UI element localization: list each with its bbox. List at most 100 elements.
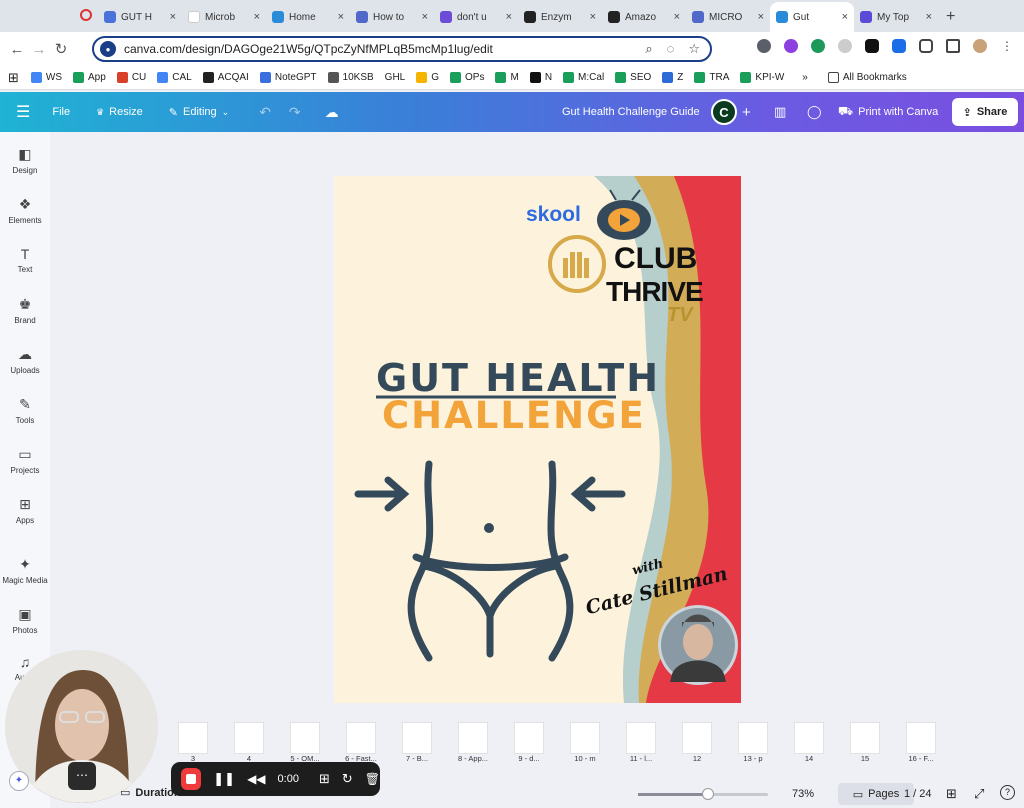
sidebar-item-magic-media[interactable]: ✦ Magic Media [0, 556, 50, 585]
browser-tab[interactable]: My Top × [854, 2, 938, 32]
zoom-lens-icon[interactable]: ⌕ [645, 41, 652, 57]
zoom-percent[interactable]: 73% [792, 788, 814, 800]
trash-icon[interactable]: 🗑 [365, 772, 380, 786]
back-icon[interactable]: ← [6, 41, 28, 58]
bookmark-item[interactable]: M [495, 72, 519, 83]
apps-grid-icon[interactable]: ⊞ [8, 70, 19, 86]
duration-button[interactable]: ▭ Duration [120, 786, 181, 800]
forward-icon[interactable]: → [28, 41, 50, 58]
zoom-slider[interactable] [638, 788, 768, 800]
design-page[interactable]: skool CLUB THRIVE TV GUT HEALTH CHALLENG… [334, 176, 741, 703]
extension-icon[interactable] [838, 39, 852, 53]
close-tab-icon[interactable]: × [758, 11, 764, 23]
main-menu-icon[interactable]: ☰ [16, 102, 30, 122]
add-collaborator-icon[interactable]: + [742, 104, 751, 121]
sidebar-item-brand[interactable]: ♚ Brand [0, 296, 50, 325]
close-tab-icon[interactable]: × [254, 11, 260, 23]
bookmark-item[interactable]: SEO [615, 72, 651, 83]
reload-icon[interactable]: ↻ [50, 40, 72, 58]
close-tab-icon[interactable]: × [422, 11, 428, 23]
new-tab-button[interactable]: + [938, 8, 963, 32]
refresh-icon[interactable]: ↻ [342, 771, 353, 787]
bookmark-item[interactable]: ACQAI [202, 72, 249, 83]
puzzle-icon[interactable] [919, 39, 933, 53]
close-tab-icon[interactable]: × [926, 11, 932, 23]
extension-icon[interactable] [784, 39, 798, 53]
browser-tab[interactable]: Enzym × [518, 2, 602, 32]
undo-icon[interactable]: ↶ [259, 104, 271, 121]
browser-tab[interactable]: MICRO × [686, 2, 770, 32]
page-thumbnail[interactable]: 11 - l... [618, 722, 664, 766]
stop-recording-button[interactable] [181, 768, 202, 790]
more-options-icon[interactable]: ⋯ [68, 762, 96, 790]
sidebar-item-projects[interactable]: ▭ Projects [0, 446, 50, 475]
bookmark-item[interactable]: CAL [157, 72, 192, 83]
document-title[interactable]: Gut Health Challenge Guide [562, 106, 700, 118]
extension-icon[interactable] [811, 39, 825, 53]
browser-tab[interactable]: don't u × [434, 2, 518, 32]
close-tab-icon[interactable]: × [590, 11, 596, 23]
comment-icon[interactable]: ◯ [807, 104, 822, 120]
page-thumbnail[interactable]: 5 - OM... [282, 722, 328, 766]
bookmark-item[interactable]: 10KSB [327, 72, 374, 83]
page-thumbnail[interactable]: 12 [674, 722, 720, 766]
bookmark-item[interactable]: App [73, 72, 106, 83]
bookmark-item[interactable]: G [416, 72, 439, 83]
browser-tab[interactable]: GUT H × [98, 2, 182, 32]
pause-icon[interactable]: ❚❚ [213, 771, 235, 787]
bookmark-item[interactable]: TRA [694, 72, 729, 83]
help-icon[interactable]: ? [1000, 785, 1015, 800]
page-thumbnail[interactable]: 15 [842, 722, 888, 766]
bookmark-item[interactable]: WS [30, 72, 62, 83]
fullscreen-icon[interactable]: ⤢ [974, 786, 984, 802]
page-thumbnail[interactable]: 3 [170, 722, 216, 766]
close-tab-icon[interactable]: × [842, 11, 848, 23]
bookmark-star-icon[interactable]: ☆ [688, 41, 700, 57]
bookmark-item[interactable]: Z [662, 72, 683, 83]
all-bookmarks[interactable]: All Bookmarks [827, 72, 907, 83]
eye-off-icon[interactable]: ◌ [667, 41, 675, 57]
sidebar-item-photos[interactable]: ▣ Photos [0, 606, 50, 635]
bookmark-item[interactable]: GHL [385, 72, 406, 83]
restart-icon[interactable]: ◀◀ [247, 772, 265, 786]
sidebar-item-apps[interactable]: ⊞ Apps [0, 496, 50, 525]
editing-mode-button[interactable]: ✎ Editing ⌄ [169, 106, 229, 119]
close-tab-icon[interactable]: × [674, 11, 680, 23]
sidebar-item-uploads[interactable]: ☁ Uploads [0, 346, 50, 375]
user-avatar[interactable]: C [711, 99, 737, 125]
side-panel-icon[interactable] [946, 39, 960, 53]
file-menu[interactable]: File [52, 106, 70, 118]
browser-tab[interactable]: Microb × [182, 2, 266, 32]
sidebar-item-tools[interactable]: ✎ Tools [0, 396, 50, 425]
browser-tab[interactable]: How to × [350, 2, 434, 32]
page-thumbnail[interactable]: 16 - F... [898, 722, 944, 766]
close-tab-icon[interactable]: × [506, 11, 512, 23]
page-thumbnail[interactable]: 7 - B... [394, 722, 440, 766]
bookmark-item[interactable]: CU [116, 72, 146, 83]
bookmark-item[interactable]: N [529, 72, 552, 83]
share-button[interactable]: ⇪ Share [952, 98, 1018, 126]
grid-icon[interactable]: ⊞ [319, 771, 330, 787]
grid-view-icon[interactable]: ⊞ [946, 786, 957, 802]
extension-icon[interactable] [757, 39, 771, 53]
page-thumbnail[interactable]: 10 - m [562, 722, 608, 766]
page-thumbnail[interactable]: 4 [226, 722, 272, 766]
page-thumbnail[interactable]: 9 - d... [506, 722, 552, 766]
print-with-canva-button[interactable]: ⛟ Print with Canva [838, 104, 938, 120]
extension-icon[interactable] [892, 39, 906, 53]
close-tab-icon[interactable]: × [338, 11, 344, 23]
extension-icon[interactable] [865, 39, 879, 53]
bookmark-item[interactable]: OPs [450, 72, 484, 83]
page-thumbnail[interactable]: 13 - p [730, 722, 776, 766]
cloud-save-icon[interactable]: ☁ [325, 104, 339, 121]
redo-icon[interactable]: ↷ [289, 104, 301, 121]
resize-button[interactable]: ♛ Resize [96, 106, 143, 118]
sidebar-item-elements[interactable]: ❖ Elements [0, 196, 50, 225]
browser-tab[interactable]: Amazo × [602, 2, 686, 32]
more-bookmarks-icon[interactable]: » [802, 72, 808, 83]
bookmark-item[interactable]: KPI-W [740, 72, 784, 83]
page-thumbnail[interactable]: 8 - App... [450, 722, 496, 766]
close-tab-icon[interactable]: × [170, 11, 176, 23]
page-thumbnail[interactable]: 14 [786, 722, 832, 766]
browser-tab[interactable]: Gut × [770, 2, 854, 32]
